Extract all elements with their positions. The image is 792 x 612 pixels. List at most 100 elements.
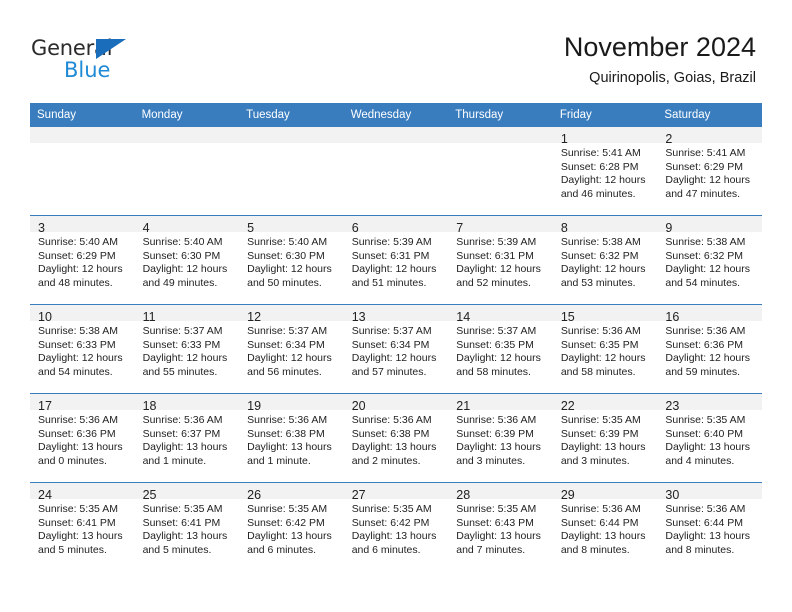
sunset-time: Sunset: 6:33 PM	[38, 338, 116, 351]
calendar-cell: 30 Sunrise: 5:36 AM Sunset: 6:44 PM Dayligh…	[657, 482, 762, 571]
daylight-duration-line2: and 51 minutes.	[351, 276, 427, 289]
day-details: Sunrise: 5:35 AM Sunset: 6:42 PM Daylight:…	[344, 499, 449, 557]
calendar-header-row: Sunday Monday Tuesday Wednesday Thursday Frid…	[30, 103, 762, 127]
calendar-cell: 4 Sunrise: 5:40 AM Sunset: 6:30 PM Daylight…	[134, 215, 240, 305]
daylight-duration-line1: Daylight: 13 hours	[38, 441, 123, 454]
day-details: Sunrise: 5:35 AM Sunset: 6:39 PM Daylight:…	[553, 410, 658, 468]
day-number: 19	[239, 394, 344, 413]
day-cell[interactable]: 28 Sunrise: 5:35 AM Sunset: 6:43 PM Dayligh…	[448, 483, 553, 571]
sunrise-time: Sunrise: 5:39 AM	[351, 236, 432, 248]
title-block: November 2024 Quirinopolis, Goias, Brazi…	[564, 30, 756, 88]
sunrise-time: Sunrise: 5:37 AM	[456, 325, 537, 337]
day-cell[interactable]: 10 Sunrise: 5:38 AM Sunset: 6:33 PM Dayligh…	[30, 305, 135, 393]
daylight-duration-line1: Daylight: 12 hours	[456, 263, 541, 276]
page-header: General Blue November 2024 Quirinopolis,…	[0, 0, 792, 103]
daylight-duration-line2: and 0 minutes.	[38, 454, 107, 467]
day-cell-empty	[134, 127, 240, 215]
day-cell[interactable]: 26 Sunrise: 5:35 AM Sunset: 6:42 PM Dayligh…	[239, 483, 344, 571]
day-cell[interactable]: 5 Sunrise: 5:40 AM Sunset: 6:30 PM Daylight…	[239, 216, 344, 304]
day-cell[interactable]: 22 Sunrise: 5:35 AM Sunset: 6:39 PM Dayligh…	[552, 394, 658, 482]
day-cell[interactable]: 29 Sunrise: 5:36 AM Sunset: 6:44 PM Dayligh…	[552, 483, 658, 571]
sunset-time: Sunset: 6:36 PM	[665, 338, 744, 351]
day-cell[interactable]: 17 Sunrise: 5:36 AM Sunset: 6:36 PM Dayligh…	[30, 394, 135, 482]
day-cell[interactable]: 12 Sunrise: 5:37 AM Sunset: 6:34 PM Dayligh…	[239, 305, 344, 393]
daylight-duration-line1: Daylight: 12 hours	[456, 352, 541, 365]
page-title: November 2024	[563, 32, 756, 62]
daylight-duration-line1: Daylight: 12 hours	[351, 263, 437, 276]
day-cell[interactable]: 6 Sunrise: 5:39 AM Sunset: 6:31 PM Daylight…	[343, 216, 449, 304]
day-cell[interactable]: 20 Sunrise: 5:36 AM Sunset: 6:38 PM Dayligh…	[343, 394, 449, 482]
day-cell[interactable]: 23 Sunrise: 5:35 AM Sunset: 6:40 PM Dayligh…	[657, 394, 762, 482]
day-cell[interactable]: 4 Sunrise: 5:40 AM Sunset: 6:30 PM Daylight…	[134, 216, 240, 304]
daylight-duration-line2: and 4 minutes.	[665, 454, 735, 467]
sunrise-time: Sunrise: 5:35 AM	[351, 503, 432, 515]
daylight-duration-line2: and 53 minutes.	[560, 276, 636, 289]
day-cell[interactable]: 19 Sunrise: 5:36 AM Sunset: 6:38 PM Dayligh…	[239, 394, 344, 482]
sunrise-time: Sunrise: 5:36 AM	[665, 503, 746, 515]
day-cell[interactable]: 25 Sunrise: 5:35 AM Sunset: 6:41 PM Dayligh…	[134, 483, 240, 571]
day-details: Sunrise: 5:39 AM Sunset: 6:31 PM Daylight:…	[448, 232, 553, 290]
daylight-duration-line1: Daylight: 12 hours	[560, 174, 646, 187]
sunrise-time: Sunrise: 5:38 AM	[38, 325, 118, 337]
sunrise-sunset-calendar: Sunday Monday Tuesday Wednesday Thursday Frid…	[30, 103, 762, 571]
daylight-duration-line2: and 2 minutes.	[351, 454, 421, 467]
general-blue-logo[interactable]: General Blue	[31, 36, 141, 84]
day-cell[interactable]: 9 Sunrise: 5:38 AM Sunset: 6:32 PM Daylight…	[657, 216, 762, 304]
calendar-cell: 12 Sunrise: 5:37 AM Sunset: 6:34 PM Dayligh…	[239, 304, 344, 394]
day-details: Sunrise: 5:36 AM Sunset: 6:44 PM Daylight:…	[657, 499, 762, 557]
daylight-duration-line2: and 55 minutes.	[142, 365, 218, 378]
daylight-duration-line1: Daylight: 13 hours	[665, 530, 751, 543]
daylight-duration-line2: and 58 minutes.	[560, 365, 636, 378]
calendar-cell	[239, 127, 344, 216]
day-details: Sunrise: 5:38 AM Sunset: 6:32 PM Daylight:…	[553, 232, 658, 290]
day-cell[interactable]: 3 Sunrise: 5:40 AM Sunset: 6:29 PM Daylight…	[30, 216, 135, 304]
day-cell[interactable]: 18 Sunrise: 5:36 AM Sunset: 6:37 PM Dayligh…	[134, 394, 240, 482]
day-cell[interactable]: 16 Sunrise: 5:36 AM Sunset: 6:36 PM Dayligh…	[657, 305, 762, 393]
daylight-duration-line1: Daylight: 13 hours	[247, 530, 332, 543]
sunset-time: Sunset: 6:31 PM	[351, 249, 430, 262]
day-cell[interactable]: 8 Sunrise: 5:38 AM Sunset: 6:32 PM Daylight…	[552, 216, 658, 304]
sunset-time: Sunset: 6:40 PM	[665, 427, 744, 440]
day-cell[interactable]: 30 Sunrise: 5:36 AM Sunset: 6:44 PM Dayligh…	[657, 483, 762, 571]
day-cell[interactable]: 21 Sunrise: 5:36 AM Sunset: 6:39 PM Dayligh…	[448, 394, 553, 482]
sunrise-time: Sunrise: 5:36 AM	[247, 414, 328, 426]
day-cell[interactable]: 27 Sunrise: 5:35 AM Sunset: 6:42 PM Dayligh…	[343, 483, 449, 571]
day-details: Sunrise: 5:35 AM Sunset: 6:42 PM Daylight:…	[239, 499, 344, 557]
day-number: 4	[134, 216, 240, 235]
day-cell[interactable]: 14 Sunrise: 5:37 AM Sunset: 6:35 PM Dayligh…	[448, 305, 553, 393]
daylight-duration-line1: Daylight: 13 hours	[665, 441, 751, 454]
day-cell[interactable]: 2 Sunrise: 5:41 AM Sunset: 6:29 PM Daylight…	[657, 127, 762, 215]
sunrise-time: Sunrise: 5:36 AM	[665, 325, 746, 337]
day-details: Sunrise: 5:40 AM Sunset: 6:29 PM Daylight:…	[30, 232, 135, 290]
day-cell[interactable]: 1 Sunrise: 5:41 AM Sunset: 6:28 PM Daylight…	[552, 127, 658, 215]
day-cell-empty	[239, 127, 344, 215]
day-details: Sunrise: 5:36 AM Sunset: 6:38 PM Daylight:…	[344, 410, 449, 468]
day-cell[interactable]: 11 Sunrise: 5:37 AM Sunset: 6:33 PM Dayligh…	[134, 305, 240, 393]
sunrise-time: Sunrise: 5:36 AM	[142, 414, 223, 426]
sunset-time: Sunset: 6:35 PM	[560, 338, 639, 351]
day-cell[interactable]: 24 Sunrise: 5:35 AM Sunset: 6:41 PM Dayligh…	[30, 483, 135, 571]
daylight-duration-line2: and 48 minutes.	[38, 276, 113, 289]
day-details: Sunrise: 5:41 AM Sunset: 6:29 PM Daylight:…	[657, 143, 762, 201]
day-number: 12	[239, 305, 344, 324]
daylight-duration-line1: Daylight: 13 hours	[351, 441, 437, 454]
day-details: Sunrise: 5:38 AM Sunset: 6:32 PM Daylight:…	[657, 232, 762, 290]
day-details: Sunrise: 5:39 AM Sunset: 6:31 PM Daylight:…	[344, 232, 449, 290]
sunrise-time: Sunrise: 5:39 AM	[456, 236, 537, 248]
day-number: 25	[134, 483, 240, 502]
day-cell[interactable]: 13 Sunrise: 5:37 AM Sunset: 6:34 PM Dayligh…	[343, 305, 449, 393]
day-details: Sunrise: 5:37 AM Sunset: 6:34 PM Daylight:…	[344, 321, 449, 379]
sunset-time: Sunset: 6:33 PM	[142, 338, 221, 351]
daylight-duration-line1: Daylight: 13 hours	[351, 530, 437, 543]
day-details: Sunrise: 5:37 AM Sunset: 6:33 PM Daylight:…	[135, 321, 240, 379]
calendar-week-row: 24 Sunrise: 5:35 AM Sunset: 6:41 PM Dayligh…	[30, 482, 762, 571]
sunset-time: Sunset: 6:42 PM	[247, 516, 325, 529]
calendar-cell: 18 Sunrise: 5:36 AM Sunset: 6:37 PM Dayligh…	[134, 393, 240, 483]
day-cell[interactable]: 7 Sunrise: 5:39 AM Sunset: 6:31 PM Daylight…	[448, 216, 553, 304]
day-number: 3	[30, 216, 135, 235]
calendar-cell: 24 Sunrise: 5:35 AM Sunset: 6:41 PM Dayligh…	[30, 482, 135, 571]
logo-triangle-icon	[96, 39, 126, 59]
day-cell[interactable]: 15 Sunrise: 5:36 AM Sunset: 6:35 PM Dayligh…	[552, 305, 658, 393]
day-number: 15	[552, 305, 658, 324]
sunset-time: Sunset: 6:44 PM	[560, 516, 639, 529]
